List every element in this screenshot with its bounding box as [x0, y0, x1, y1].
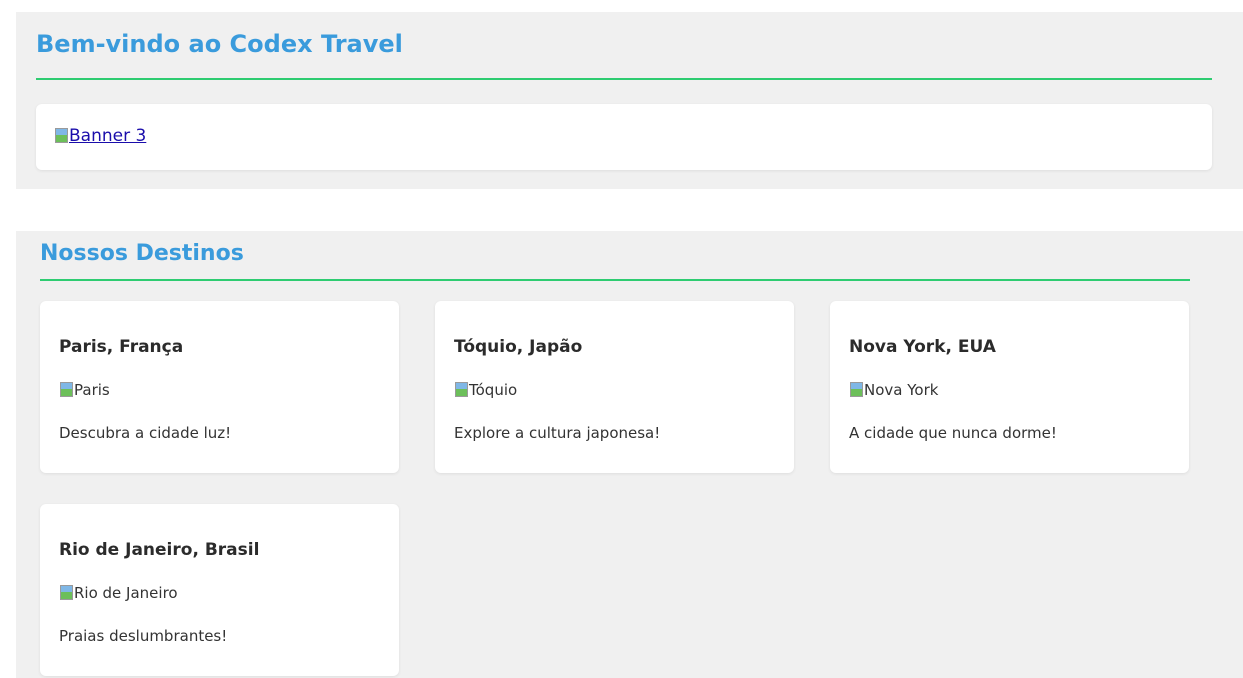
image-alt-text: Nova York — [864, 381, 939, 399]
destination-image: Tóquio — [454, 381, 517, 399]
welcome-section: Bem-vindo ao Codex Travel Banner 3 — [16, 12, 1243, 189]
banner-alt-text: Banner 3 — [69, 126, 147, 146]
card-title: Nova York, EUA — [849, 337, 996, 357]
banner-link[interactable]: Banner 3 — [54, 126, 146, 146]
destination-image: Nova York — [849, 381, 938, 399]
card-title: Paris, França — [59, 337, 184, 357]
card-description: A cidade que nunca dorme! — [849, 424, 1057, 442]
broken-image-icon — [454, 381, 468, 397]
destination-image: Rio de Janeiro — [59, 584, 178, 602]
image-alt-text: Tóquio — [469, 381, 518, 399]
card-description: Praias deslumbrantes! — [59, 627, 228, 645]
broken-image-icon — [849, 381, 863, 397]
card-title: Tóquio, Japão — [454, 337, 583, 357]
card-title: Rio de Janeiro, Brasil — [59, 540, 260, 560]
destinations-section: Nossos Destinos Paris, França Paris Desc… — [16, 231, 1243, 678]
destination-card-paris: Paris, França Paris Descubra a cidade lu… — [40, 301, 399, 473]
title-divider — [36, 78, 1212, 80]
destination-card-rio: Rio de Janeiro, Brasil Rio de Janeiro Pr… — [40, 504, 399, 676]
card-description: Explore a cultura japonesa! — [454, 424, 661, 442]
card-description: Descubra a cidade luz! — [59, 424, 232, 442]
banner-container: Banner 3 — [36, 104, 1212, 170]
page-title: Bem-vindo ao Codex Travel — [36, 30, 403, 58]
image-alt-text: Paris — [74, 381, 110, 399]
destination-card-new-york: Nova York, EUA Nova York A cidade que nu… — [830, 301, 1189, 473]
broken-image-icon — [59, 381, 73, 397]
destination-image: Paris — [59, 381, 110, 399]
destinations-title: Nossos Destinos — [40, 241, 244, 266]
image-alt-text: Rio de Janeiro — [74, 584, 178, 602]
broken-image-icon — [59, 584, 73, 600]
broken-image-icon — [54, 127, 68, 143]
destination-card-tokyo: Tóquio, Japão Tóquio Explore a cultura j… — [435, 301, 794, 473]
destinations-divider — [40, 279, 1190, 281]
